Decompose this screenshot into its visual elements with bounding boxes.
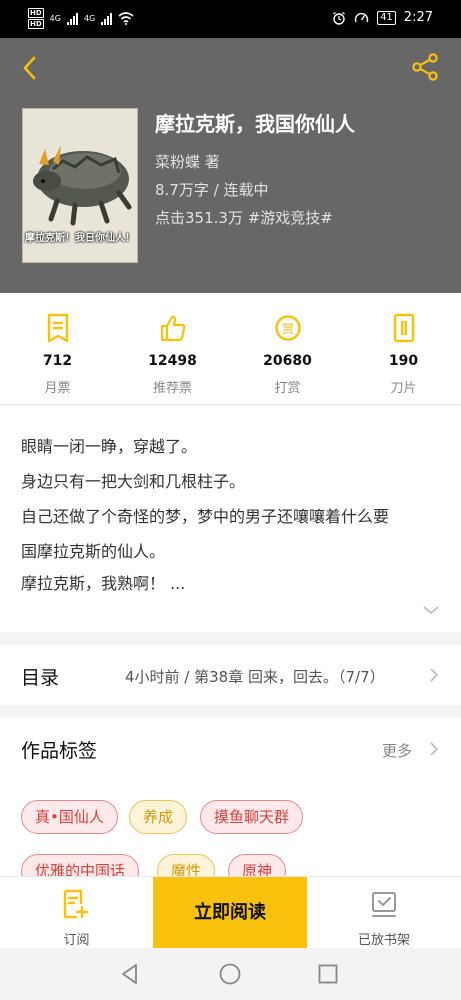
reward-coin-icon: 赏 (275, 315, 301, 341)
network-type-label-2: 4G (83, 14, 96, 23)
book-cover[interactable]: 摩拉克斯！我日你仙人！ (22, 108, 138, 263)
book-author[interactable]: 菜粉蝶 著 (155, 151, 220, 172)
chevron-down-icon[interactable] (422, 604, 440, 616)
nav-recents-square-icon[interactable] (316, 962, 340, 986)
nav-back-triangle-icon[interactable] (118, 962, 142, 986)
wifi-icon (118, 12, 134, 25)
tag-chip[interactable]: 原神 (228, 854, 287, 876)
nav-home-circle-icon[interactable] (218, 962, 242, 986)
metric-label: 月票 (44, 381, 71, 396)
read-now-button[interactable]: 立即阅读 (153, 877, 307, 949)
hd-bottom-label: HD (28, 19, 44, 29)
subscribe-label: 订阅 (63, 933, 90, 948)
book-word-count-status: 8.7万字 / 连载中 (155, 181, 269, 199)
metric-label: 推荐票 (152, 381, 192, 396)
synopsis-line: 摩拉克斯，我熟啊！ ... (21, 574, 186, 593)
work-tags-section: 作品标签 更多 真•国仙人 养成 摸鱼聊天群 优雅的中国话 魔性 原神 (0, 718, 461, 876)
tag-chip[interactable]: 优雅的中国话 (21, 854, 140, 876)
chevron-right-icon[interactable] (429, 741, 439, 757)
metric-blade[interactable]: 190 刀片 (346, 293, 461, 405)
synopsis-line: 自己还做了个奇怪的梦，梦中的男子还嚷嚷着什么要 (21, 507, 390, 526)
status-left: HD HD 4G 4G (28, 8, 134, 29)
blade-icon (393, 313, 415, 343)
bookshelf-button[interactable]: 已放书架 (307, 877, 461, 949)
hd-indicator: HD HD (28, 8, 44, 29)
tags-more-link[interactable]: 更多 (382, 740, 412, 761)
synopsis-line: 身边只有一把大剑和几根柱子。 (21, 472, 246, 491)
tag-chip[interactable]: 养成 (129, 800, 188, 834)
chevron-right-icon (430, 668, 439, 682)
table-of-contents-row[interactable]: 目录 4小时前 / 第38章 回来，回去。（7/7） (0, 645, 461, 705)
status-bar: HD HD 4G 4G 41 2:27 (0, 0, 461, 38)
signal-icon (66, 12, 78, 25)
toc-latest-chapter: 4小时前 / 第38章 回来，回去。（7/7） (125, 668, 385, 686)
clock-time: 2:27 (403, 10, 433, 25)
tag-chip[interactable]: 真•国仙人 (21, 800, 118, 834)
metric-label: 打赏 (274, 381, 301, 396)
book-header: 摩拉克斯！我日你仙人！ 摩拉克斯，我国你仙人 菜粉蝶 著 8.7万字 / 连载中… (0, 38, 461, 293)
metric-value: 20680 (263, 353, 312, 369)
synopsis-line: 眼睛一闭一睁，穿越了。 (21, 437, 198, 456)
signal-icon-2 (101, 12, 113, 25)
toc-title: 目录 (21, 667, 60, 689)
subscribe-button[interactable]: 订阅 (0, 877, 153, 949)
metric-value: 712 (42, 353, 73, 369)
subscribe-icon (63, 889, 88, 919)
metric-value: 12498 (148, 353, 197, 369)
back-arrow-icon[interactable] (18, 54, 42, 82)
book-metrics: 712 月票 12498 推荐票 赏 20680 打赏 190 刀片 (0, 293, 461, 405)
svg-text:赏: 赏 (282, 322, 294, 336)
book-title: 摩拉克斯，我国你仙人 (155, 112, 355, 136)
metric-value: 190 (388, 353, 419, 369)
status-right: 41 2:27 (332, 10, 433, 25)
alarm-icon (333, 11, 345, 25)
tag-chip[interactable]: 摸鱼聊天群 (200, 800, 304, 834)
battery-indicator: 41 (377, 10, 396, 25)
book-synopsis[interactable]: 眼睛一闭一睁，穿越了。 身边只有一把大剑和几根柱子。 自己还做了个奇怪的梦，梦中… (0, 406, 461, 632)
cover-caption: 摩拉克斯！我日你仙人！ (25, 233, 135, 244)
speed-gauge-icon (354, 12, 369, 22)
bookshelf-check-icon (372, 892, 396, 917)
hd-top-label: HD (28, 8, 44, 18)
metric-reward[interactable]: 赏 20680 打赏 (230, 293, 345, 405)
system-navigation-bar (0, 948, 461, 1000)
network-type-label: 4G (49, 14, 61, 23)
bottom-action-bar: 订阅 立即阅读 已放书架 (0, 876, 461, 949)
synopsis-line: 国摩拉克斯的仙人。 (21, 542, 166, 561)
bookshelf-label: 已放书架 (357, 933, 410, 948)
thumbs-up-icon (160, 315, 186, 342)
tag-chip[interactable]: 魔性 (157, 854, 216, 876)
share-icon[interactable] (410, 52, 440, 82)
monthly-ticket-icon (47, 313, 69, 343)
metric-recommend[interactable]: 12498 推荐票 (115, 293, 230, 405)
tags-title: 作品标签 (21, 740, 98, 762)
metric-monthly-ticket[interactable]: 712 月票 (0, 293, 115, 405)
book-clicks-category: 点击351.3万 #游戏竞技# (155, 209, 333, 227)
metric-label: 刀片 (390, 381, 417, 396)
